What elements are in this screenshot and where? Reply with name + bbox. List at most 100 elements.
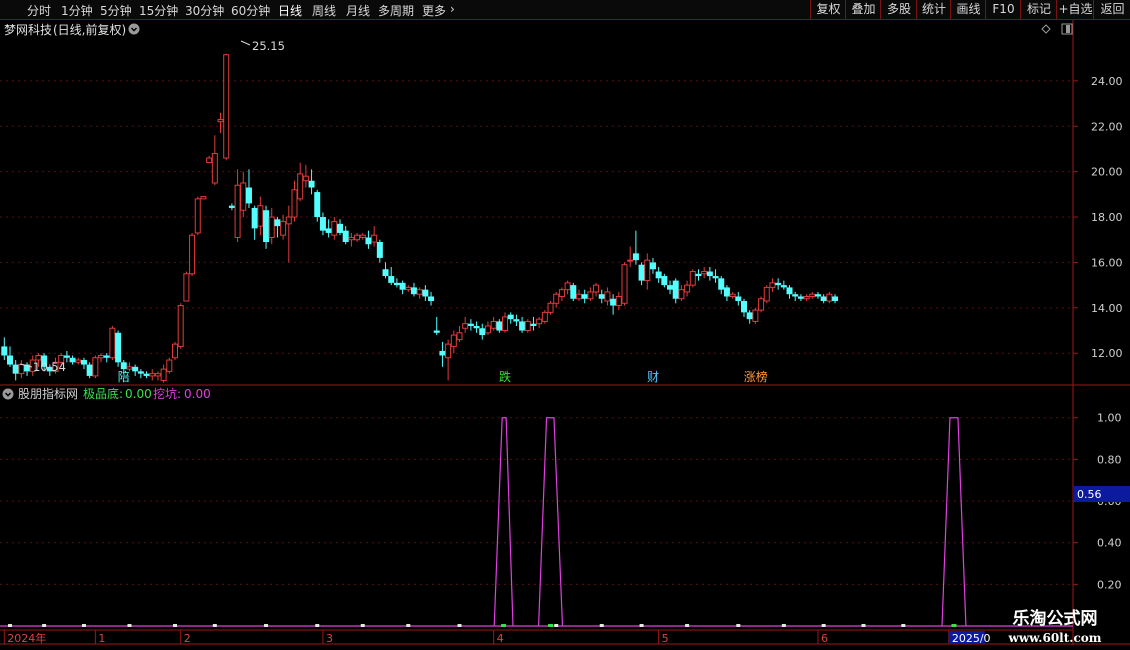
chart-area: 12.0014.0016.0018.0020.0022.0024.000.200… xyxy=(0,20,1130,645)
candle-body-107 xyxy=(610,298,617,306)
date-label-3: 3 xyxy=(326,632,333,645)
candle-body-140 xyxy=(797,296,804,299)
candles xyxy=(1,53,839,383)
candle-body-137 xyxy=(780,285,787,288)
candle-body-104 xyxy=(593,284,600,293)
candle-body-101 xyxy=(575,293,582,300)
candle-body-144 xyxy=(820,296,827,302)
candle-body-57 xyxy=(325,228,332,233)
candle-body-35 xyxy=(200,196,207,200)
candle-body-124 xyxy=(706,271,713,277)
candle-body-105 xyxy=(598,294,605,299)
candle-body-44 xyxy=(251,207,258,229)
candle-body-135 xyxy=(769,282,776,288)
indicator-chevron-icon[interactable] xyxy=(2,388,14,400)
candle-body-46 xyxy=(263,210,270,243)
panel-toggle-icon[interactable] xyxy=(1061,23,1073,35)
candle-body-45 xyxy=(257,205,264,227)
candle-body-80 xyxy=(456,332,463,341)
period-tab-5[interactable]: 60分钟 xyxy=(231,2,270,19)
candle-body-25 xyxy=(143,373,150,376)
candle-body-68 xyxy=(388,276,395,283)
diamond-icon[interactable] xyxy=(1041,24,1051,34)
candle-body-117 xyxy=(667,285,674,290)
indicator-marker-4 xyxy=(173,624,177,627)
period-tab-2[interactable]: 5分钟 xyxy=(100,2,132,19)
candle-body-62 xyxy=(354,234,361,241)
price-tick-label-4: 20.00 xyxy=(1091,166,1123,179)
toolbar-button-5[interactable]: F10 xyxy=(985,0,1021,19)
period-tab-10[interactable]: 更多 xyxy=(422,2,446,19)
candle-body-86 xyxy=(490,320,497,329)
candle-body-72 xyxy=(410,287,417,295)
period-tab-0[interactable]: 分时 xyxy=(27,2,51,19)
period-tab-1[interactable]: 1分钟 xyxy=(61,2,93,19)
candle-body-75 xyxy=(428,296,435,302)
period-tab-4[interactable]: 30分钟 xyxy=(185,2,224,19)
period-tab-6[interactable]: 日线 xyxy=(278,2,302,19)
stock-mode: (日线,前复权) xyxy=(53,22,126,37)
candle-body-59 xyxy=(337,223,344,233)
period-tab-9[interactable]: 多周期 xyxy=(378,2,414,19)
event-label-2: 财 xyxy=(647,370,659,384)
candle-body-91 xyxy=(519,321,526,331)
candle-body-87 xyxy=(496,321,503,331)
candle-body-48 xyxy=(274,219,281,227)
candle-body-37 xyxy=(211,152,218,184)
candle-body-47 xyxy=(268,216,275,238)
max-price-pointer xyxy=(240,40,251,46)
candle-body-134 xyxy=(763,286,770,302)
price-tick-label-1: 14.00 xyxy=(1091,302,1123,315)
ind-tick-label-4: 1.00 xyxy=(1097,412,1122,425)
indicator-green-marker-2 xyxy=(951,624,957,627)
toolbar-button-4[interactable]: 画线 xyxy=(950,0,986,19)
toolbar-button-2[interactable]: 多股 xyxy=(880,0,917,19)
candle-body-106 xyxy=(604,291,611,302)
candle-body-26 xyxy=(149,373,156,377)
indicator-marker-15 xyxy=(736,624,741,627)
candle-body-71 xyxy=(405,286,412,291)
grid-lines xyxy=(0,80,1073,585)
candle-body-92 xyxy=(524,320,531,332)
toolbar: 分时 1分钟 5分钟 15分钟 30分钟 60分钟 日线 周线 月线 多周期 更多 › 复权 叠加 多股 统计… xyxy=(0,0,1130,20)
indicator-marker-10 xyxy=(457,624,462,627)
indicator-spike-1 xyxy=(537,417,564,627)
indicator-name[interactable]: 股朋指标网 xyxy=(18,386,78,401)
candle-body-116 xyxy=(661,276,668,286)
candle-body-33 xyxy=(189,234,196,275)
toolbar-button-3[interactable]: 统计 xyxy=(916,0,951,19)
candle-body-65 xyxy=(371,234,378,243)
toolbar-button-7[interactable]: +自选 xyxy=(1056,0,1094,19)
stock-title[interactable]: 梦网科技 xyxy=(4,23,52,37)
period-tab-8[interactable]: 月线 xyxy=(346,2,370,19)
toolbar-button-0[interactable]: 复权 xyxy=(810,0,846,19)
toolbar-button-1[interactable]: 叠加 xyxy=(845,0,881,19)
date-label-1: 1 xyxy=(98,632,105,645)
candle-body-13 xyxy=(75,359,82,363)
candle-body-77 xyxy=(439,350,446,356)
chevron-down-icon[interactable] xyxy=(128,23,140,35)
candle-body-122 xyxy=(695,273,702,277)
period-tab-3[interactable]: 15分钟 xyxy=(139,2,178,19)
candle-body-133 xyxy=(758,298,765,311)
toolbar-button-6[interactable]: 标记 xyxy=(1020,0,1057,19)
candle-body-63 xyxy=(359,234,366,238)
candle-body-61 xyxy=(348,236,355,241)
watermark-url: www.60lt.com xyxy=(1008,631,1102,645)
candle-body-84 xyxy=(479,328,486,336)
candle-body-69 xyxy=(393,282,400,286)
more-arrow-icon[interactable]: › xyxy=(450,2,455,16)
indicator-green-marker-1 xyxy=(548,624,554,627)
cursor-value-label: 0.56 xyxy=(1077,488,1102,501)
candle-body-67 xyxy=(382,269,389,277)
candle-body-2 xyxy=(12,364,19,374)
candle-body-146 xyxy=(832,296,839,302)
candle-body-42 xyxy=(240,182,247,211)
watermark: 乐淘公式网 www.60lt.com xyxy=(985,608,1125,650)
candle-body-70 xyxy=(399,282,406,290)
period-tab-7[interactable]: 周线 xyxy=(312,2,336,19)
toolbar-button-8[interactable]: 返回 xyxy=(1093,0,1130,19)
candle-body-127 xyxy=(723,287,730,297)
indicator-marker-13 xyxy=(639,624,644,627)
candle-body-66 xyxy=(376,242,383,258)
